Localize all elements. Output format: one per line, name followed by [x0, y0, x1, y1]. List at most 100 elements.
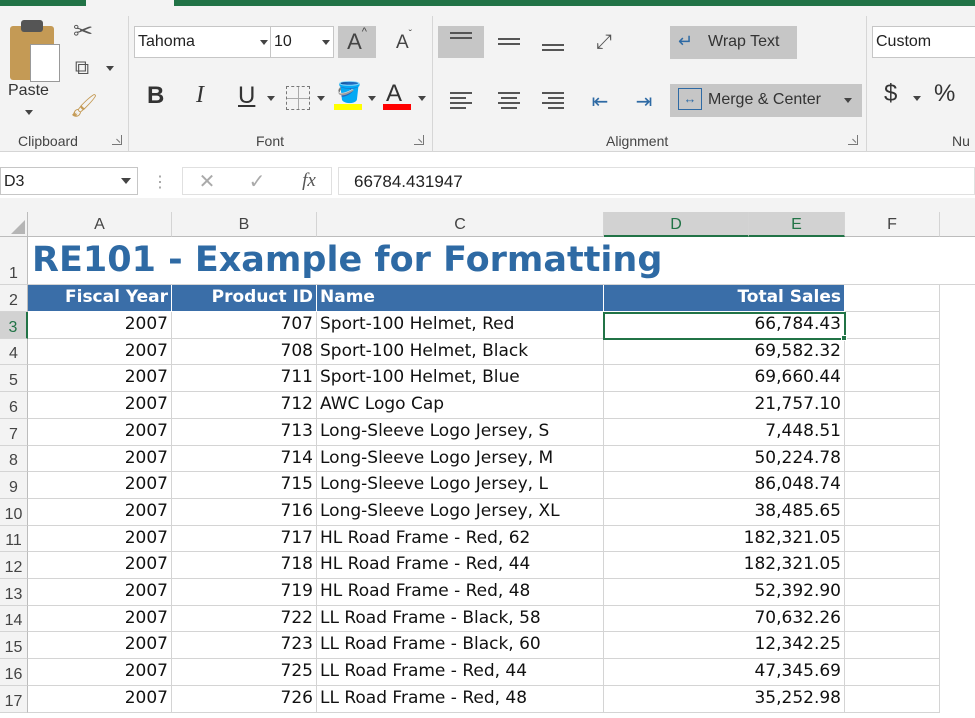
row-header-8[interactable]: 8 — [0, 446, 28, 472]
header-product-id[interactable]: Product ID — [172, 285, 317, 312]
cell-name[interactable]: LL Road Frame - Black, 58 — [317, 606, 604, 632]
cell-product-id[interactable]: 717 — [172, 526, 317, 552]
format-painter-icon[interactable]: 🖌 — [70, 92, 98, 120]
row-header-13[interactable]: 13 — [0, 579, 28, 606]
cell-total-sales[interactable]: 52,392.90 — [604, 579, 845, 606]
cell-name[interactable]: HL Road Frame - Red, 62 — [317, 526, 604, 552]
cell-fiscal-year[interactable]: 2007 — [28, 632, 172, 659]
cell-name[interactable]: Long-Sleeve Logo Jersey, L — [317, 472, 604, 499]
bottom-align-button[interactable] — [530, 26, 576, 58]
merge-center-button[interactable]: ↔ Merge & Center — [670, 84, 862, 117]
cell-empty[interactable] — [845, 632, 940, 659]
decrease-indent-icon[interactable]: ⇤ — [584, 86, 616, 116]
cell-product-id[interactable]: 722 — [172, 606, 317, 632]
clipboard-launcher-icon[interactable] — [112, 135, 122, 145]
column-header-e[interactable]: E — [749, 212, 845, 237]
row-header-16[interactable]: 16 — [0, 659, 28, 686]
column-header-c[interactable]: C — [317, 212, 604, 237]
cell-product-id[interactable]: 715 — [172, 472, 317, 499]
sheet-title[interactable]: RE101 - Example for Formatting — [32, 240, 662, 280]
cancel-icon[interactable]: ✕ — [195, 169, 219, 193]
cell-product-id[interactable]: 726 — [172, 686, 317, 713]
row-header-1[interactable]: 1 — [0, 237, 28, 285]
cell-empty[interactable] — [845, 419, 940, 446]
cell-total-sales[interactable]: 35,252.98 — [604, 686, 845, 713]
cell-empty[interactable] — [845, 446, 940, 472]
row-header-11[interactable]: 11 — [0, 526, 28, 552]
row-header-12[interactable]: 12 — [0, 552, 28, 579]
cell-product-id[interactable]: 719 — [172, 579, 317, 606]
cell-name[interactable]: Sport-100 Helmet, Blue — [317, 365, 604, 392]
cell-name[interactable]: HL Road Frame - Red, 44 — [317, 552, 604, 579]
cell-product-id[interactable]: 714 — [172, 446, 317, 472]
cell-name[interactable]: Sport-100 Helmet, Red — [317, 312, 604, 339]
middle-align-button[interactable] — [486, 26, 532, 58]
cell-empty[interactable] — [845, 686, 940, 713]
borders-icon[interactable] — [286, 86, 310, 110]
cell-total-sales[interactable]: 182,321.05 — [604, 552, 845, 579]
cell-fiscal-year[interactable]: 2007 — [28, 526, 172, 552]
header-name[interactable]: Name — [317, 285, 604, 312]
formula-input[interactable]: 66784.431947 — [338, 167, 975, 195]
cell-total-sales[interactable]: 69,660.44 — [604, 365, 845, 392]
cell-product-id[interactable]: 725 — [172, 659, 317, 686]
cell-total-sales[interactable]: 86,048.74 — [604, 472, 845, 499]
italic-button[interactable]: I — [196, 82, 204, 109]
cell-empty[interactable] — [845, 579, 940, 606]
row-header-14[interactable]: 14 — [0, 606, 28, 632]
header-total-sales[interactable]: Total Sales — [604, 285, 845, 312]
currency-button[interactable]: $ — [884, 80, 897, 108]
row-header-2[interactable]: 2 — [0, 285, 28, 312]
align-left-button[interactable] — [438, 86, 484, 118]
orientation-icon[interactable]: ⤢ — [584, 26, 624, 58]
cell-fiscal-year[interactable]: 2007 — [28, 446, 172, 472]
font-family-select[interactable]: Tahoma — [134, 26, 272, 58]
cell-product-id[interactable]: 718 — [172, 552, 317, 579]
cell-product-id[interactable]: 711 — [172, 365, 317, 392]
row-header-7[interactable]: 7 — [0, 419, 28, 446]
row-header-17[interactable]: 17 — [0, 686, 28, 713]
cell-fiscal-year[interactable]: 2007 — [28, 579, 172, 606]
select-all-button[interactable] — [0, 212, 28, 237]
cell-total-sales[interactable]: 7,448.51 — [604, 419, 845, 446]
shrink-font-button[interactable]: Aˇ — [388, 28, 420, 58]
column-header-blank[interactable] — [940, 212, 975, 237]
cut-icon[interactable]: ✂ — [70, 16, 96, 46]
column-header-d[interactable]: D — [604, 212, 749, 237]
cell-empty[interactable] — [845, 392, 940, 419]
cell-empty[interactable] — [845, 606, 940, 632]
cell-empty[interactable] — [845, 659, 940, 686]
cell-product-id[interactable]: 712 — [172, 392, 317, 419]
cell-fiscal-year[interactable]: 2007 — [28, 339, 172, 365]
cell-total-sales[interactable]: 12,342.25 — [604, 632, 845, 659]
more-options-icon[interactable]: ⋮ — [150, 170, 170, 194]
row-header-5[interactable]: 5 — [0, 365, 28, 392]
cell-total-sales[interactable]: 70,632.26 — [604, 606, 845, 632]
cell-fiscal-year[interactable]: 2007 — [28, 472, 172, 499]
row-header-3[interactable]: 3 — [0, 312, 28, 339]
cell-total-sales[interactable]: 38,485.65 — [604, 499, 845, 526]
row-header-9[interactable]: 9 — [0, 472, 28, 499]
font-size-select[interactable]: 10 — [270, 26, 334, 58]
alignment-launcher-icon[interactable] — [848, 135, 858, 145]
paste-button[interactable]: Paste — [2, 10, 60, 122]
font-color-dropdown-icon[interactable] — [418, 96, 426, 101]
cell-fiscal-year[interactable]: 2007 — [28, 686, 172, 713]
currency-dropdown-icon[interactable] — [913, 96, 921, 101]
cell-empty[interactable] — [845, 472, 940, 499]
cell-total-sales[interactable]: 69,582.32 — [604, 339, 845, 365]
cell-empty[interactable] — [845, 526, 940, 552]
top-align-button[interactable] — [438, 26, 484, 58]
column-header-a[interactable]: A — [28, 212, 172, 237]
cell-fiscal-year[interactable]: 2007 — [28, 552, 172, 579]
number-format-select[interactable]: Custom — [872, 26, 975, 58]
row-header-15[interactable]: 15 — [0, 632, 28, 659]
cell-name[interactable]: AWC Logo Cap — [317, 392, 604, 419]
cell-fiscal-year[interactable]: 2007 — [28, 365, 172, 392]
row-header-4[interactable]: 4 — [0, 339, 28, 365]
cell-product-id[interactable]: 707 — [172, 312, 317, 339]
cell-fiscal-year[interactable]: 2007 — [28, 659, 172, 686]
align-center-button[interactable] — [486, 86, 532, 118]
cell-name[interactable]: HL Road Frame - Red, 48 — [317, 579, 604, 606]
cell-total-sales[interactable]: 21,757.10 — [604, 392, 845, 419]
